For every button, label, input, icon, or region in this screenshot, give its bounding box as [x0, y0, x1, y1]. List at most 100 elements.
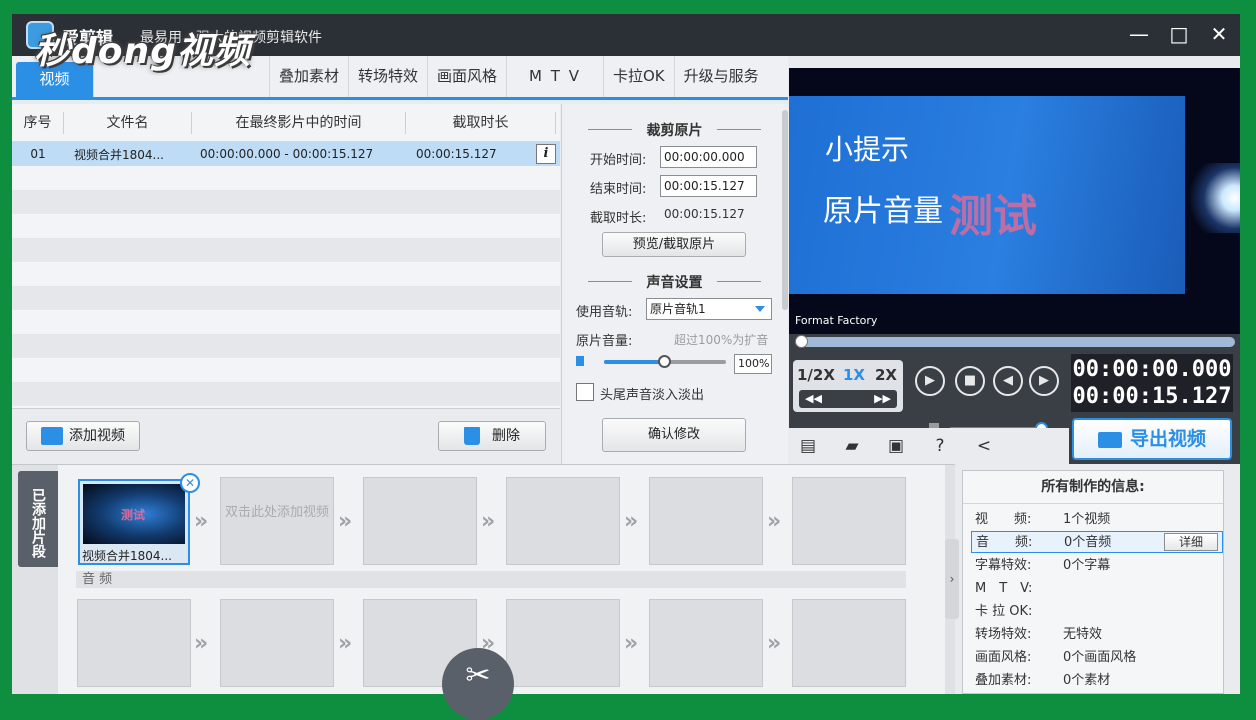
- tab-overlay[interactable]: 叠加素材: [270, 56, 350, 97]
- volume-value[interactable]: 100%: [734, 354, 772, 374]
- info-row-audio[interactable]: 音 频: 0个音频 详细: [971, 531, 1223, 553]
- remove-clip-icon[interactable]: ✕: [180, 473, 200, 493]
- preview-brand: Format Factory: [795, 314, 878, 327]
- close-button[interactable]: ✕: [1206, 22, 1232, 46]
- info-row-mtv: M T V:: [975, 578, 1223, 600]
- added-clips-tab[interactable]: 已添加片段: [18, 471, 58, 567]
- folder-open-icon[interactable]: ▰: [841, 436, 863, 456]
- minimize-button[interactable]: —: [1126, 22, 1152, 46]
- help-icon[interactable]: ?: [929, 436, 951, 456]
- table-row[interactable]: 01 视频合并1804... 00:00:00.000 - 00:00:15.1…: [12, 142, 560, 166]
- row-index: 01: [30, 147, 46, 161]
- add-video-label: 添加视频: [69, 428, 125, 444]
- row-duration: 00:00:15.127: [416, 147, 497, 161]
- save-icon[interactable]: ▣: [885, 436, 907, 456]
- arrow-icon: »: [624, 509, 639, 534]
- empty-clip-slot[interactable]: [649, 477, 763, 565]
- col-duration: 截取时长: [406, 111, 556, 134]
- app-window: 爱剪辑 最易用、强大的视频剪辑软件 — □ ✕ 视频 叠加素材 转场特效 画面风…: [12, 14, 1240, 694]
- info-value: 1个视频: [1063, 512, 1111, 527]
- total-time: 00:00:15.127: [1072, 384, 1232, 409]
- arrow-icon: »: [624, 631, 639, 656]
- jog-slider[interactable]: ◀◀ ▶▶: [799, 390, 897, 408]
- track-select-value: 原片音轨1: [650, 302, 706, 316]
- speed-double[interactable]: 2X: [875, 366, 897, 384]
- scissors-icon[interactable]: ✂: [442, 648, 514, 720]
- empty-clip-slot[interactable]: 双击此处添加视频: [220, 477, 334, 565]
- watermark-logo: 秒dong视频: [34, 22, 251, 74]
- start-time-label: 开始时间:: [590, 153, 647, 168]
- row-timeline: 00:00:00.000 - 00:00:15.127: [200, 147, 374, 161]
- preview-overlay-text: 测试: [949, 191, 1037, 242]
- detail-button[interactable]: 详细: [1164, 533, 1218, 551]
- empty-audio-slot[interactable]: [77, 599, 191, 687]
- track-label: 使用音轨:: [576, 305, 633, 320]
- preview-cut-button[interactable]: 预览/截取原片: [602, 232, 746, 257]
- chevron-down-icon: [755, 306, 765, 312]
- tab-style[interactable]: 画面风格: [428, 56, 508, 97]
- fade-checkbox[interactable]: [576, 383, 594, 401]
- next-frame-icon[interactable]: ▶: [1029, 366, 1059, 396]
- settings-scrollbar[interactable]: [782, 110, 788, 310]
- film-icon: [41, 427, 63, 445]
- track-select[interactable]: 原片音轨1: [646, 298, 772, 320]
- duration-label: 截取时长:: [590, 211, 647, 226]
- empty-row: [12, 262, 560, 286]
- prev-frame-icon[interactable]: ◀: [993, 366, 1023, 396]
- delete-button[interactable]: 删除: [438, 421, 546, 451]
- file-list-actions: 添加视频 删除: [12, 408, 560, 464]
- empty-row: [12, 238, 560, 262]
- seek-bar[interactable]: [795, 335, 1235, 348]
- clip-item[interactable]: 测试 视频合并1804... ✕: [78, 473, 200, 565]
- tab-karaoke[interactable]: 卡拉OK: [604, 56, 675, 97]
- arrow-icon: »: [338, 631, 353, 656]
- volume-slider-knob[interactable]: [658, 355, 671, 368]
- empty-audio-slot[interactable]: [792, 599, 906, 687]
- new-icon[interactable]: ▤: [797, 436, 819, 456]
- empty-audio-slot[interactable]: [649, 599, 763, 687]
- arrow-icon: »: [194, 631, 209, 656]
- empty-clip-slot[interactable]: [506, 477, 620, 565]
- add-video-button[interactable]: 添加视频: [26, 421, 140, 451]
- empty-audio-slot[interactable]: [220, 599, 334, 687]
- confirm-button[interactable]: 确认修改: [602, 418, 746, 452]
- info-row-overlay: 叠加素材: 0个素材: [975, 670, 1223, 692]
- info-value: 0个素材: [1063, 673, 1111, 688]
- rewind-icon[interactable]: ◀◀: [805, 390, 822, 408]
- file-list: 序号 文件名 在最终影片中的时间 截取时长 01 视频合并1804... 00:…: [12, 104, 560, 408]
- info-value: 无特效: [1063, 627, 1103, 642]
- empty-row: [12, 382, 560, 406]
- end-time-field[interactable]: 00:00:15.127: [660, 175, 757, 197]
- empty-row: [12, 358, 560, 382]
- col-filename: 文件名: [64, 111, 192, 134]
- export-video-button[interactable]: 导出视频: [1072, 418, 1232, 460]
- play-icon[interactable]: ▶: [915, 366, 945, 396]
- arrow-icon: »: [767, 509, 782, 534]
- info-icon[interactable]: i: [536, 144, 556, 164]
- seek-knob[interactable]: [795, 335, 808, 348]
- row-filename: 视频合并1804...: [74, 147, 164, 162]
- tab-upgrade[interactable]: 升级与服务: [675, 56, 768, 97]
- empty-audio-slot[interactable]: [506, 599, 620, 687]
- volume-slider[interactable]: [604, 355, 726, 368]
- clip-name: 视频合并1804...: [82, 549, 172, 563]
- expand-panel-icon[interactable]: ›: [945, 539, 959, 619]
- share-icon[interactable]: <: [973, 436, 995, 456]
- stop-icon[interactable]: ■: [955, 366, 985, 396]
- speed-control: 1/2X 1X 2X ◀◀ ▶▶: [793, 360, 903, 412]
- forward-icon[interactable]: ▶▶: [874, 390, 891, 408]
- empty-clip-slot[interactable]: [363, 477, 477, 565]
- speed-normal[interactable]: 1X: [843, 366, 865, 384]
- tab-transition[interactable]: 转场特效: [349, 56, 429, 97]
- light-flare: [1184, 163, 1240, 233]
- info-key: 画面风格:: [975, 650, 1032, 665]
- start-time-field[interactable]: 00:00:00.000: [660, 146, 757, 168]
- empty-clip-slot[interactable]: [792, 477, 906, 565]
- maximize-button[interactable]: □: [1166, 22, 1192, 46]
- info-key: 视 频:: [975, 512, 1032, 527]
- empty-row: [12, 166, 560, 190]
- production-info-panel: 所有制作的信息: 视 频: 1个视频 音 频: 0个音频 详细 字幕特效: 0个字幕 M…: [962, 470, 1224, 694]
- arrow-icon: »: [481, 509, 496, 534]
- tab-mtv[interactable]: M T V: [507, 56, 604, 97]
- speed-half[interactable]: 1/2X: [797, 366, 835, 384]
